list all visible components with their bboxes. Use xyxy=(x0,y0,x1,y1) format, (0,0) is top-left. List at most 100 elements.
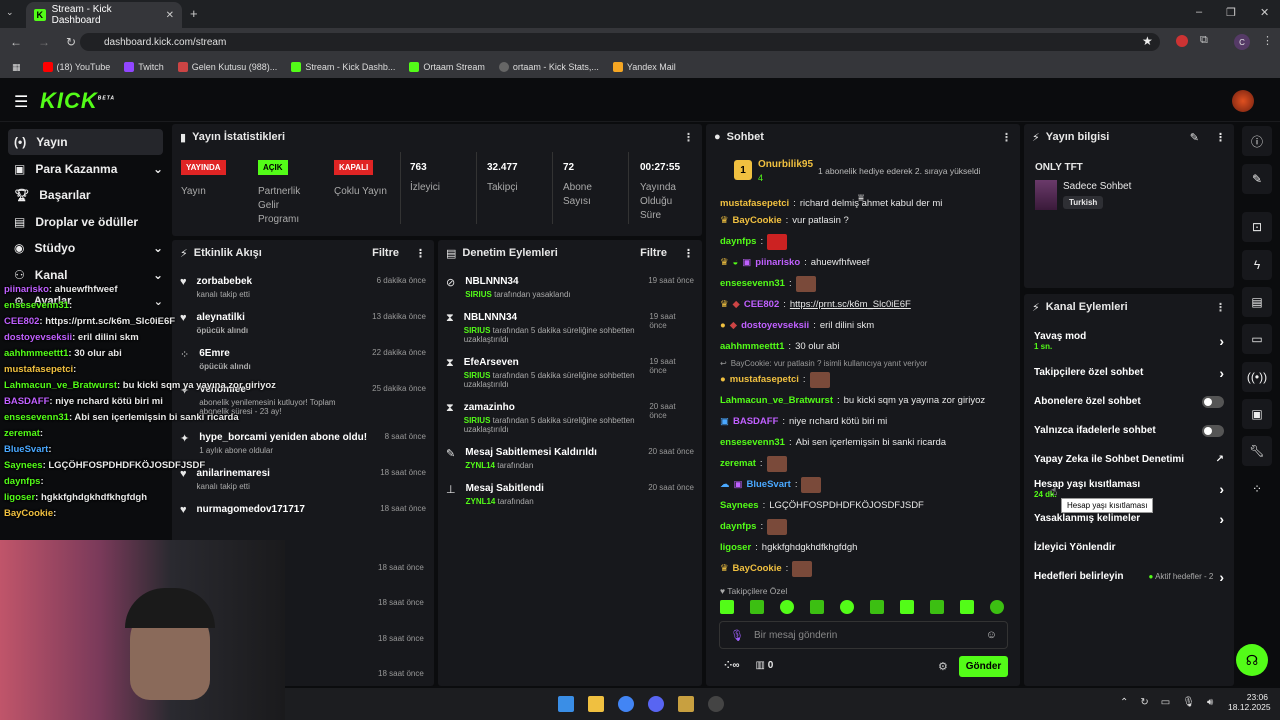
edit-icon[interactable]: ✎ xyxy=(1190,131,1199,144)
browser-tab[interactable]: K Stream - Kick Dashboard ✕ xyxy=(26,2,182,28)
chat-username[interactable]: daynfps xyxy=(720,236,756,247)
emote-icon[interactable] xyxy=(810,600,824,614)
emote-icon[interactable] xyxy=(870,600,884,614)
emote-icon[interactable] xyxy=(780,600,794,614)
chat-message[interactable]: ● mustafasepetci: xyxy=(706,369,1020,390)
chat-username[interactable]: daynfps xyxy=(720,521,756,532)
chat-username[interactable]: zeremat xyxy=(720,458,756,469)
more-options-icon[interactable]: ⋮ xyxy=(683,247,694,260)
kick-logo[interactable]: KICKBETA xyxy=(40,88,115,114)
reload-icon[interactable]: ↻ xyxy=(66,35,76,49)
chat-message[interactable]: ♛ BayCookie: xyxy=(706,558,1020,579)
layout-icon[interactable]: ▣ xyxy=(1242,399,1272,429)
chat-username[interactable]: piinarisko xyxy=(755,257,800,268)
sidebar-item-basarilar[interactable]: 🏆︎ Başarılar xyxy=(8,182,163,208)
category-name[interactable]: Sadece Sohbet xyxy=(1063,181,1131,192)
setting-slow-mode[interactable]: Yavaş mod 1 sn. › xyxy=(1024,324,1234,358)
network-icon[interactable]: ▭ xyxy=(1161,697,1170,708)
broadcast-icon[interactable]: ((•)) xyxy=(1242,362,1272,392)
filter-button[interactable]: Filtre xyxy=(640,247,667,259)
setting-goals[interactable]: Hedefleri belirleyin ● Aktif hedefler - 2… xyxy=(1024,562,1234,591)
bookmark-twitch[interactable]: Twitch xyxy=(124,62,164,72)
setting-followers-only[interactable]: Takipçilere özel sohbet › xyxy=(1024,358,1234,387)
volume-icon[interactable]: 🔊︎ xyxy=(1207,697,1213,708)
chat-icon[interactable]: ▭ xyxy=(1242,324,1272,354)
list-item[interactable]: ⧗ zamazinho SIRIUS tarafından 5 dakika sür… xyxy=(438,402,702,447)
bookmark-youtube[interactable]: (18) YouTube xyxy=(42,62,110,72)
chat-message[interactable]: ensesevenn31: Abi sen içerlemişsin bi sa… xyxy=(706,432,1020,453)
filter-button[interactable]: Filtre xyxy=(372,247,399,259)
points-button[interactable]: ⁘∞ xyxy=(724,660,740,671)
info-icon[interactable]: ⓘ xyxy=(1242,126,1272,156)
pencil-icon[interactable]: ✎ xyxy=(1242,164,1272,194)
emote-icon[interactable] xyxy=(990,600,1004,614)
chat-username[interactable]: BlueSvart xyxy=(746,479,790,490)
microphone-icon[interactable]: 🎙︎ xyxy=(1182,697,1195,708)
chat-message[interactable]: ♛ ◒ ▣ piinarisko: ahuewfhfweef xyxy=(706,252,1020,273)
bookmark-yandex-mail[interactable]: Yandex Mail xyxy=(612,62,676,72)
maximize-icon[interactable]: ❐ xyxy=(1226,6,1236,19)
setting-emotes-only[interactable]: Yalnızca ifadelerle sohbet xyxy=(1024,416,1234,445)
chat-username[interactable]: BASDAFF xyxy=(733,416,778,427)
chat-settings-icon[interactable]: ⚙ xyxy=(938,660,948,673)
chat-username[interactable]: aahhmmeettt1 xyxy=(720,341,784,352)
tab-list-icon[interactable]: ⌄ xyxy=(6,7,14,18)
apps-grid-icon[interactable]: ▦ xyxy=(12,62,21,73)
emotes-only-toggle[interactable] xyxy=(1202,424,1224,437)
sidebar-item-para-kazanma[interactable]: ▣ Para Kazanma ⌄ xyxy=(8,156,163,182)
more-options-icon[interactable]: ⋮ xyxy=(1215,301,1226,314)
user-avatar[interactable] xyxy=(1232,90,1254,112)
pinned-user[interactable]: Onurbilik95 xyxy=(758,159,813,170)
category-thumbnail[interactable] xyxy=(1035,180,1057,210)
list-item[interactable]: ✎ Mesaj Sabitlemesi Kaldırıldı ZYNL14 tara… xyxy=(438,447,702,483)
emote-icon[interactable] xyxy=(900,600,914,614)
chat-message[interactable]: Lahmacun_ve_Bratwurst: bu kicki sqm ya y… xyxy=(706,390,1020,411)
emoji-icon[interactable]: ☺ xyxy=(986,629,997,641)
chat-message[interactable]: ligoser: hgkkfghdgkhdfkhgfdgh xyxy=(706,537,1020,558)
new-tab-icon[interactable]: + xyxy=(190,6,198,21)
subscribers-only-toggle[interactable] xyxy=(1202,395,1224,408)
bookmark-inbox[interactable]: Gelen Kutusu (988)... xyxy=(177,62,277,72)
chat-username[interactable]: Saynees xyxy=(720,500,759,511)
chat-message[interactable]: ☁ ▣ BlueSvart: xyxy=(706,474,1020,495)
chat-username[interactable]: Lahmacun_ve_Bratwurst xyxy=(720,395,833,406)
send-button[interactable]: Gönder xyxy=(959,656,1008,677)
sidebar-item-yayin[interactable]: (•) Yayın xyxy=(8,129,163,155)
extension-icon[interactable] xyxy=(1176,35,1188,47)
close-tab-icon[interactable]: ✕ xyxy=(166,10,174,21)
forward-icon[interactable]: → xyxy=(38,35,50,49)
chat-username[interactable]: CEE802 xyxy=(744,299,779,310)
browser-menu-icon[interactable]: ⋮ xyxy=(1262,34,1273,47)
crop-icon[interactable]: ⊡ xyxy=(1242,212,1272,242)
chat-username[interactable]: ensesevenn31 xyxy=(720,437,785,448)
chat-username[interactable]: dostoyevseksii xyxy=(741,320,809,331)
extensions-puzzle-icon[interactable]: ⧉ xyxy=(1200,34,1208,47)
emote-icon[interactable] xyxy=(720,600,734,614)
chat-username[interactable]: ligoser xyxy=(720,542,751,553)
setting-subscribers-only[interactable]: Abonelere özel sohbet xyxy=(1024,387,1234,416)
chat-username[interactable]: mustafasepetci xyxy=(730,374,799,385)
more-options-icon[interactable]: ⋮ xyxy=(1001,131,1012,144)
lightning-icon[interactable]: ϟ xyxy=(1242,250,1272,280)
wrench-icon[interactable]: 🔧︎ xyxy=(1242,436,1272,466)
chat-message[interactable]: daynfps: xyxy=(706,231,1020,252)
bookmark-ortaam-stream[interactable]: Ortaam Stream xyxy=(409,62,485,72)
language-tag[interactable]: Turkish xyxy=(1063,196,1104,209)
sync-icon[interactable]: ↻ xyxy=(1140,697,1148,708)
windows-start-icon[interactable] xyxy=(558,696,574,712)
close-window-icon[interactable]: ✕ xyxy=(1260,6,1269,19)
list-item[interactable]: ⧗ NBLNNN34 SIRIUS tarafından 5 dakika süre… xyxy=(438,312,702,357)
list-item[interactable]: ⊥ Mesaj Sabitlendi ZYNL14 tarafından 20 saa… xyxy=(438,483,702,519)
minimize-icon[interactable]: – xyxy=(1196,6,1202,19)
chat-link[interactable]: https://prnt.sc/k6m_Slc0iE6F xyxy=(790,299,911,310)
chat-username[interactable]: mustafasepetci xyxy=(720,198,789,209)
discord-icon[interactable] xyxy=(648,696,664,712)
emote-icon[interactable] xyxy=(960,600,974,614)
list-item[interactable]: ⧗ EfeArseven SIRIUS tarafından 5 dakika sü… xyxy=(438,357,702,402)
clock[interactable]: 23:06 18.12.2025 xyxy=(1228,692,1271,712)
chat-message[interactable]: ♛ ◆ CEE802: https://prnt.sc/k6m_Slc0iE6F xyxy=(706,294,1020,315)
emote-icon[interactable] xyxy=(840,600,854,614)
chrome-icon[interactable] xyxy=(618,696,634,712)
obs-icon[interactable] xyxy=(708,696,724,712)
chat-message[interactable]: ● ◆ dostoyevseksii: eril dilini skm xyxy=(706,315,1020,336)
